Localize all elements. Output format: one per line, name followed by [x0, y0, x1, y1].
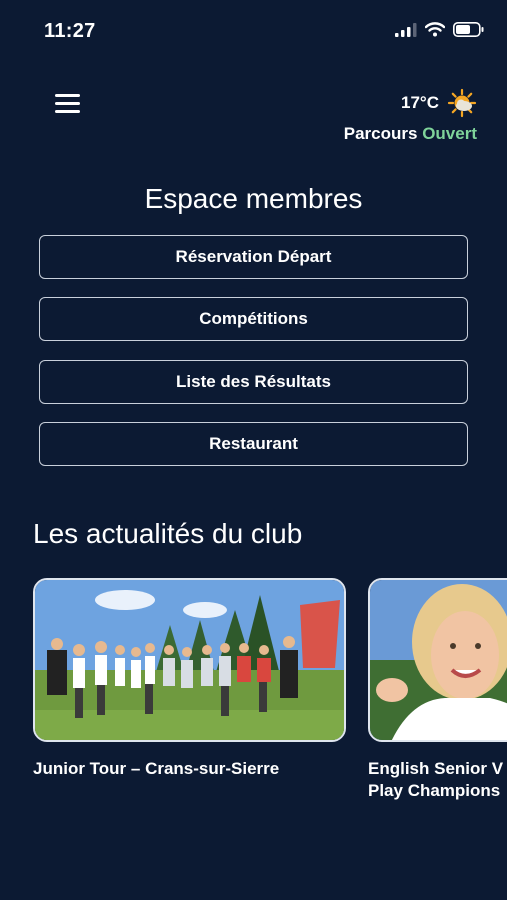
course-status-value: Ouvert: [422, 124, 477, 143]
restaurant-button[interactable]: Restaurant: [39, 422, 468, 466]
tee-time-booking-button[interactable]: Réservation Départ: [39, 235, 468, 279]
members-section-title: Espace membres: [144, 183, 363, 214]
news-section-title: Les actualités du club: [33, 518, 303, 549]
news-card-title: English Senior V Play Champions: [368, 758, 507, 802]
news-card[interactable]: English Senior V Play Champions: [368, 578, 507, 802]
wifi-icon: [425, 22, 445, 37]
news-card-image: [368, 578, 507, 742]
partly-sunny-icon: [447, 88, 477, 118]
status-icons: [395, 22, 485, 37]
competitions-button[interactable]: Compétitions: [39, 297, 468, 341]
course-status: Parcours Ouvert: [344, 124, 477, 144]
weather-widget: 17°C Parcours Ouvert: [344, 88, 477, 144]
hamburger-menu-icon[interactable]: [55, 94, 85, 116]
news-card-title-line: English Senior V: [368, 759, 504, 778]
news-card[interactable]: Junior Tour – Crans-sur-Sierre: [33, 578, 346, 780]
temperature: 17°C: [401, 93, 439, 112]
news-card-title-line: Play Champions: [368, 781, 501, 800]
cellular-signal-icon: [395, 22, 417, 37]
battery-icon: [453, 22, 484, 37]
news-card-title: Junior Tour – Crans-sur-Sierre: [33, 759, 280, 778]
news-card-image: [33, 578, 346, 742]
results-list-button[interactable]: Liste des Résultats: [39, 360, 468, 404]
status-time: 11:27: [44, 20, 96, 42]
status-bar: 11:27: [0, 0, 507, 60]
course-status-label: Parcours: [343, 124, 418, 143]
